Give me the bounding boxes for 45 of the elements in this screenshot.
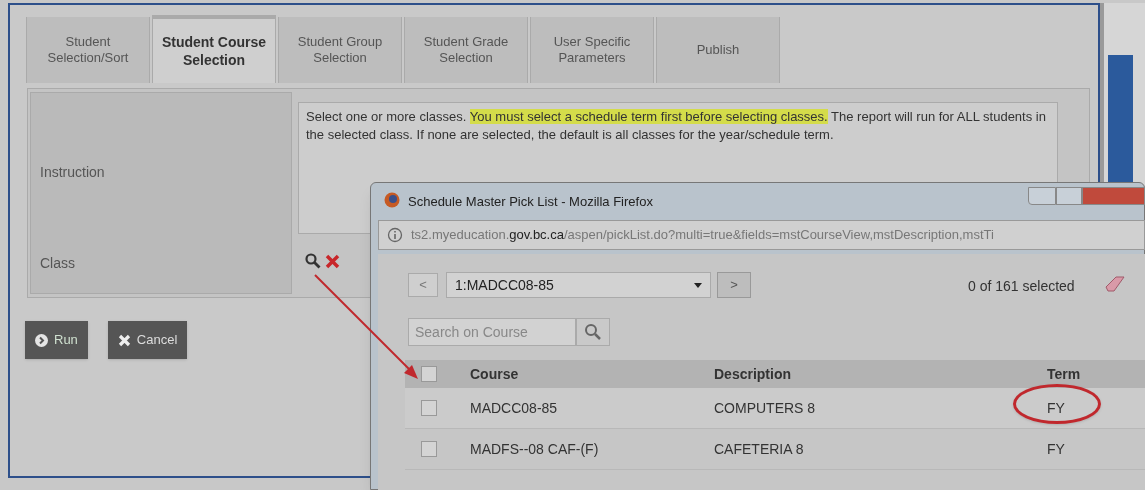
selected-count: 0 of 161 selected — [968, 277, 1075, 296]
checkbox[interactable] — [421, 441, 437, 457]
checkbox[interactable] — [421, 366, 437, 382]
search-icon — [584, 323, 602, 341]
column-header[interactable]: Description — [697, 363, 1035, 385]
maximize-button[interactable] — [1056, 187, 1082, 205]
tab[interactable]: Student Course Selection — [152, 15, 276, 83]
column-header[interactable]: Term — [1035, 363, 1145, 385]
search-field[interactable]: Search on Course — [408, 318, 576, 346]
address-bar[interactable]: ts2.myeducation.gov.bc.ca/aspen/pickList.do?multi=true&fields=mstCourseView,mstDescription,mstTi — [378, 220, 1145, 250]
previous-button[interactable]: < — [408, 273, 438, 297]
tab[interactable]: Student Group Selection — [278, 17, 402, 83]
search-button[interactable] — [576, 318, 610, 346]
cancel-button[interactable]: Cancel — [107, 321, 188, 359]
table-cell: FY — [1047, 399, 1065, 416]
minimize-button[interactable] — [1028, 187, 1056, 205]
field-label: Instruction — [40, 163, 105, 182]
caret-icon — [694, 282, 702, 288]
run-button[interactable]: Run — [25, 321, 88, 359]
eraser-icon[interactable] — [1104, 276, 1126, 292]
course-dropdown[interactable]: 1:MADCC08-85 — [446, 272, 711, 298]
browser-icon — [384, 192, 400, 208]
tab[interactable]: User Specific Parameters — [530, 17, 654, 83]
search-icon[interactable] — [305, 253, 321, 269]
table-cell: MADCC08-85 — [470, 399, 558, 416]
table-cell: COMPUTERS 8 — [714, 399, 816, 416]
table-cell: MADFS--08 CAF-(F) — [470, 440, 599, 457]
table-cell: FY — [1047, 440, 1065, 457]
dropdown-value: 1:MADCC08-85 — [455, 275, 554, 295]
info-icon — [387, 227, 403, 243]
tab[interactable]: Student Selection/Sort — [26, 17, 150, 83]
close-button[interactable] — [1082, 187, 1145, 205]
url-text: ts2.myeducation.gov.bc.ca/aspen/pickList.do?multi=true&fields=mstCourseView,mstDescription,mstTi — [411, 226, 994, 245]
instruction-text: Select one or more classes. You must select a schedule term first before selecting classes. The report will run for ALL students in the selected class. If none are selected, the default is all classes for the year/schedule term. — [306, 108, 1047, 144]
clear-icon[interactable] — [325, 254, 340, 269]
arrow-circle-icon — [35, 333, 48, 347]
column-header[interactable]: Course — [453, 363, 697, 385]
checkbox[interactable] — [421, 400, 437, 416]
tab[interactable]: Publish — [656, 17, 780, 83]
field-label: Class — [40, 254, 75, 273]
next-button[interactable]: > — [717, 272, 751, 298]
tab[interactable]: Student Grade Selection — [404, 17, 528, 83]
table-cell: CAFETERIA 8 — [714, 440, 804, 457]
window-title: Schedule Master Pick List - Mozilla Firefox — [408, 193, 653, 211]
cross-icon — [117, 333, 131, 347]
